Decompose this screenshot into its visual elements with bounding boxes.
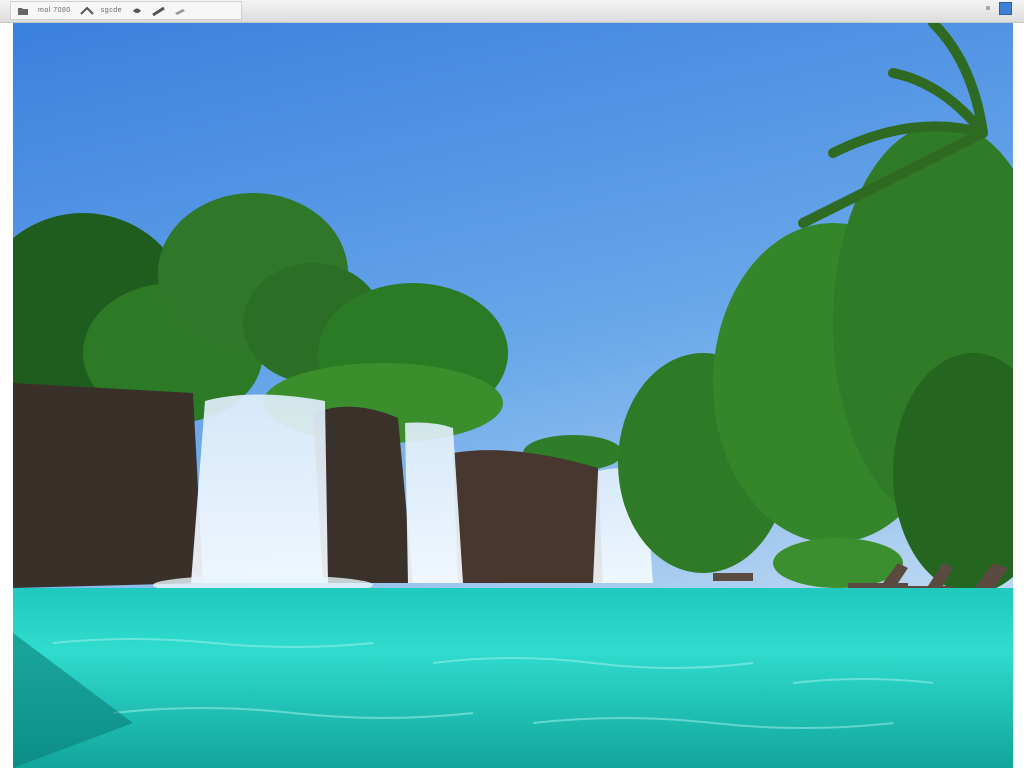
folder-icon[interactable]	[17, 6, 29, 16]
rock-wall-left	[13, 383, 203, 588]
pen-icon[interactable]	[80, 6, 94, 16]
hedge	[773, 538, 903, 588]
tool-group: mol 7080 sgcde	[10, 1, 242, 20]
rock-right	[453, 450, 603, 583]
photo-scene	[13, 23, 1013, 768]
brush-icon[interactable]	[152, 6, 165, 16]
toolbar-text-1: mol 7080	[38, 7, 71, 14]
window-button[interactable]	[999, 2, 1012, 15]
waterfall-pool-photo	[13, 23, 1013, 768]
eraser-icon[interactable]	[173, 6, 185, 16]
rock-center	[313, 406, 413, 583]
status-dot	[986, 6, 990, 10]
top-toolbar: mol 7080 sgcde	[0, 0, 1024, 23]
bucket-icon[interactable]	[131, 6, 143, 16]
toolbar-text-2: sgcde	[100, 7, 122, 14]
